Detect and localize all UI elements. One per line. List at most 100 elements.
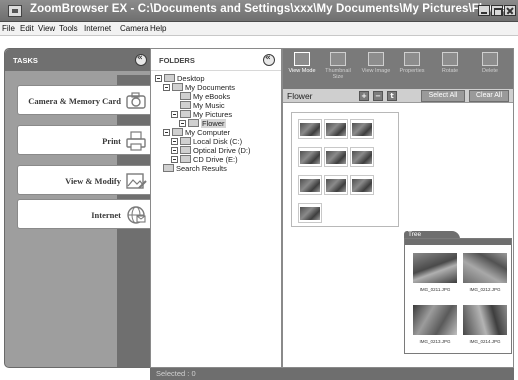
folders-panel: FOLDERS Desktop My Documents My eBooks M…	[150, 48, 282, 368]
menu-bar: File Edit View Tools Internet Camera Hel…	[0, 22, 518, 36]
toolbar-label: Delete	[482, 68, 498, 74]
collapse-toggle-icon[interactable]	[155, 75, 162, 82]
zoom-in-icon[interactable]: +	[359, 91, 369, 101]
tree-window-bar[interactable]	[405, 239, 511, 245]
expand-toggle-icon[interactable]	[171, 138, 178, 145]
task-label: Internet	[91, 210, 121, 220]
menu-view[interactable]: View	[38, 24, 55, 33]
tree-thumbnail[interactable]: IMG_0212.JPG	[461, 251, 509, 299]
folder-icon	[180, 92, 191, 100]
view-mode-button[interactable]: View Mode	[287, 52, 317, 74]
task-view-modify[interactable]: View & Modify	[17, 165, 151, 195]
collapse-toggle-icon[interactable]	[163, 84, 170, 91]
task-camera-memory-card[interactable]: Camera & Memory Card	[17, 85, 151, 115]
thumbnail[interactable]	[298, 147, 322, 167]
menu-help[interactable]: Help	[150, 24, 166, 33]
properties-icon	[404, 52, 420, 66]
properties-button[interactable]: Properties	[397, 52, 427, 74]
minimize-button[interactable]	[478, 5, 490, 16]
toolbar-label: Rotate	[441, 68, 459, 74]
photo	[300, 179, 320, 192]
photo	[413, 305, 457, 335]
tree-thumbnail[interactable]: IMG_0213.JPG	[411, 303, 459, 351]
tasks-panel: TASKS Camera & Memory Card Print View & …	[4, 48, 152, 368]
folder-icon	[180, 101, 191, 109]
globe-icon	[127, 206, 146, 224]
optical-drive-icon	[180, 146, 191, 154]
task-print[interactable]: Print	[17, 125, 151, 155]
collapse-toggle-icon[interactable]	[163, 129, 170, 136]
tree-window: IMG_0211.JPG IMG_0212.JPG IMG_0213.JPG I…	[404, 238, 512, 354]
app-icon	[8, 5, 22, 17]
delete-icon	[482, 52, 498, 66]
disk-icon	[180, 137, 191, 145]
menu-internet[interactable]: Internet	[84, 24, 111, 33]
thumbnail-caption: IMG_0213.JPG	[419, 339, 451, 344]
view-image-icon	[368, 52, 384, 66]
toolbar-label: Properties	[399, 68, 425, 74]
text-icon[interactable]: t	[387, 91, 397, 101]
collapse-tasks-button[interactable]	[135, 53, 147, 66]
photo	[463, 305, 507, 335]
tree-item-search-results[interactable]: Search Results	[163, 163, 227, 173]
photo	[300, 151, 320, 164]
thumbnail-caption: IMG_0214.JPG	[469, 339, 501, 344]
thumbnail[interactable]	[324, 147, 348, 167]
desktop-icon	[164, 74, 175, 82]
photo	[413, 253, 457, 283]
title-bar: ZoomBrowser EX - C:\Documents and Settin…	[0, 0, 518, 22]
view-image-button[interactable]: View Image	[361, 52, 391, 74]
thumbnail-size-icon	[330, 52, 346, 66]
menu-camera[interactable]: Camera	[120, 24, 148, 33]
expand-toggle-icon[interactable]	[171, 147, 178, 154]
thumbnail[interactable]	[324, 175, 348, 195]
thumbnail-grid	[291, 112, 399, 227]
zoombrowser-window: ZoomBrowser EX - C:\Documents and Settin…	[0, 0, 518, 380]
location-label: Flower	[287, 91, 313, 101]
zoom-out-icon[interactable]: −	[373, 91, 383, 101]
status-bar: Selected : 0	[150, 368, 514, 380]
printer-icon	[126, 131, 146, 151]
select-all-button[interactable]: Select All	[421, 90, 465, 102]
thumbnail[interactable]	[298, 175, 322, 195]
collapse-toggle-icon[interactable]	[171, 111, 178, 118]
collapse-folders-button[interactable]	[263, 53, 275, 66]
photo	[463, 253, 507, 283]
toolbar-label: Thumbnail Size	[325, 68, 351, 80]
thumbnail[interactable]	[298, 203, 322, 223]
thumbnail[interactable]	[350, 119, 374, 139]
photo	[352, 151, 372, 164]
clear-all-button[interactable]: Clear All	[469, 90, 509, 102]
folders-title: FOLDERS	[159, 56, 195, 65]
maximize-button[interactable]	[491, 5, 503, 16]
tree-thumbnail[interactable]: IMG_0211.JPG	[411, 251, 459, 299]
photo	[352, 123, 372, 136]
task-label: Camera & Memory Card	[28, 96, 121, 106]
expand-toggle-icon[interactable]	[171, 156, 178, 163]
photo	[352, 179, 372, 192]
close-button[interactable]	[504, 5, 516, 16]
tree-item-label: Search Results	[176, 164, 227, 173]
cd-drive-icon	[180, 155, 191, 163]
thumbnail[interactable]	[350, 147, 374, 167]
folders-header: FOLDERS	[151, 49, 281, 71]
thumbnail[interactable]	[298, 119, 322, 139]
camera-icon	[126, 92, 146, 109]
menu-file[interactable]: File	[2, 24, 15, 33]
status-text: Selected : 0	[156, 369, 196, 378]
delete-button[interactable]: Delete	[475, 52, 505, 74]
thumbnail[interactable]	[324, 119, 348, 139]
thumbnail-size-button[interactable]: Thumbnail Size	[323, 52, 353, 80]
task-label: Print	[102, 136, 121, 146]
thumbnail[interactable]	[350, 175, 374, 195]
rotate-icon	[442, 52, 458, 66]
menu-tools[interactable]: Tools	[59, 24, 78, 33]
tree-thumbnail[interactable]: IMG_0214.JPG	[461, 303, 509, 351]
rotate-button[interactable]: Rotate	[435, 52, 465, 74]
thumbnail-caption: IMG_0212.JPG	[469, 287, 501, 292]
collapse-toggle-icon[interactable]	[179, 120, 186, 127]
task-internet[interactable]: Internet	[17, 199, 151, 229]
view-mode-icon	[294, 52, 310, 66]
menu-edit[interactable]: Edit	[20, 24, 34, 33]
folder-icon	[180, 110, 191, 118]
